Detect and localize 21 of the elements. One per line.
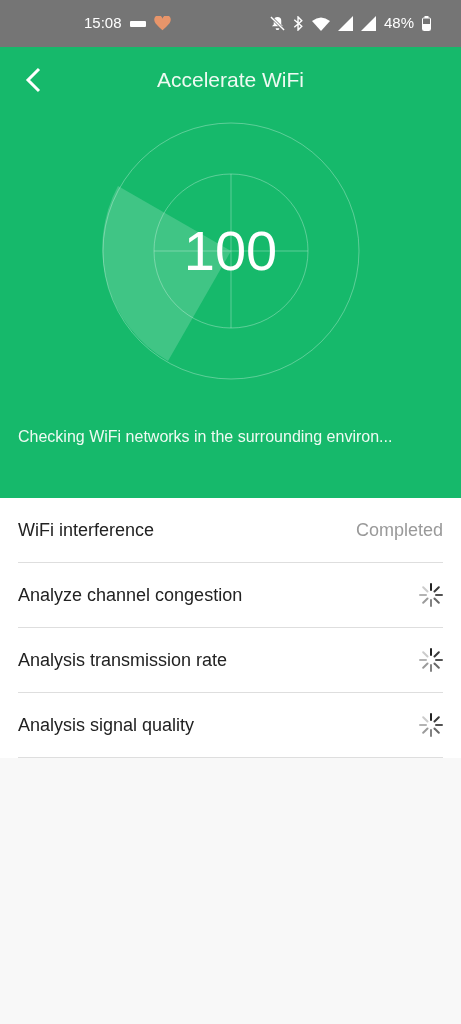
heart-icon [153, 16, 171, 31]
check-label: Analysis transmission rate [18, 648, 228, 672]
check-label: WiFi interference [18, 518, 155, 542]
check-status: Completed [355, 518, 443, 542]
signal-icon [360, 16, 376, 31]
scan-message: Checking WiFi networks in the surrounding environ... [17, 427, 394, 447]
signal-icon [337, 16, 353, 31]
back-icon [25, 67, 41, 93]
bluetooth-icon [292, 16, 304, 31]
battery-icon [422, 16, 431, 31]
page-title: Accelerate WiFi [157, 68, 304, 92]
bell-off-icon [269, 16, 285, 31]
loading-spinner-icon [419, 583, 443, 607]
status-time: 15:08 [84, 13, 122, 34]
wifi-icon [311, 16, 330, 31]
loading-spinner-icon [419, 648, 443, 672]
battery-percent: 48% [383, 13, 414, 34]
check-label: Analyze channel congestion [18, 583, 243, 607]
loading-spinner-icon [419, 713, 443, 737]
check-label: Analysis signal quality [18, 713, 195, 737]
score-value: 100 [183, 223, 278, 279]
